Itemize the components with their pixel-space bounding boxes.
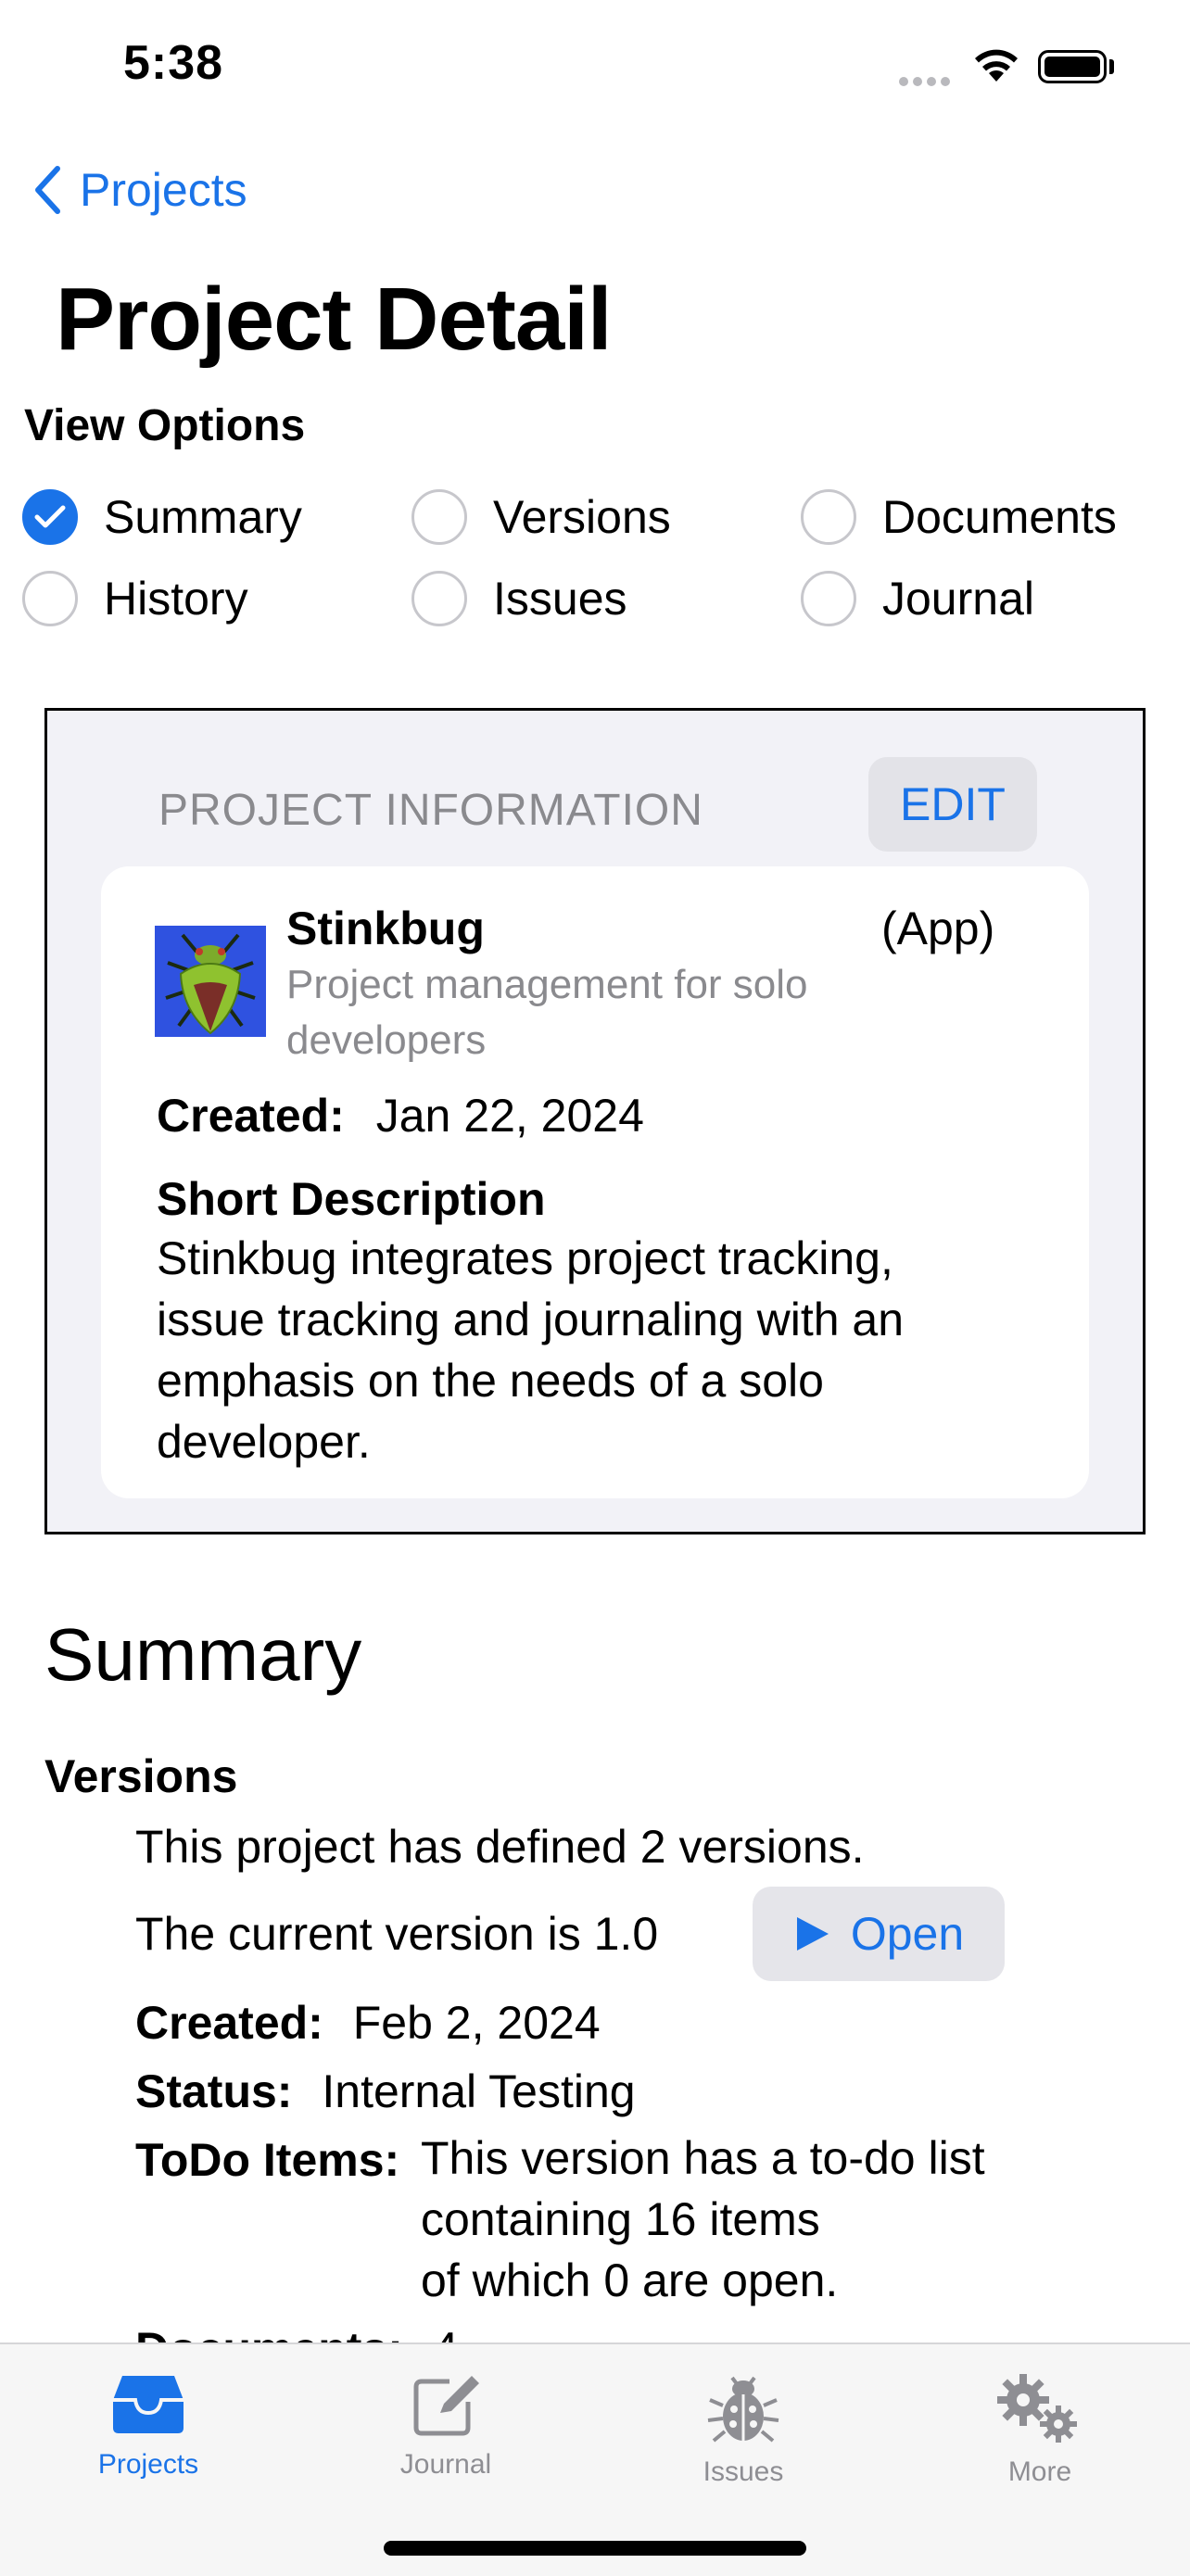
todo-line: This version has a to-do list (421, 2132, 985, 2184)
tab-issues[interactable]: Issues (641, 2372, 845, 2488)
battery-nub (1109, 59, 1114, 74)
battery-icon (1038, 50, 1107, 83)
status-time: 5:38 (123, 36, 224, 90)
option-label: History (104, 573, 248, 625)
version-status-value: Internal Testing (322, 2065, 636, 2117)
play-icon (796, 1917, 829, 1951)
page-title: Project Detail (56, 270, 613, 369)
option-documents[interactable]: Documents (801, 489, 1117, 545)
option-label: Summary (104, 491, 302, 543)
app-icon (155, 926, 266, 1037)
short-description-text: Stinkbug integrates project tracking, is… (157, 1232, 905, 1468)
tab-more[interactable]: More (938, 2372, 1142, 2488)
option-history[interactable]: History (22, 571, 248, 626)
project-subtitle: Project management for solo developers (286, 962, 808, 1063)
radio-icon (801, 489, 856, 545)
open-label: Open (850, 1908, 965, 1960)
open-button[interactable]: Open (753, 1887, 1005, 1981)
short-description-label: Short Description (157, 1173, 546, 1225)
version-created-row: Created: Feb 2, 2024 (135, 1996, 601, 2050)
todo-text: This version has a to-do list containing… (421, 2128, 1125, 2311)
option-journal[interactable]: Journal (801, 571, 1034, 626)
chevron-left-icon (35, 166, 60, 214)
versions-defined-text: This project has defined 2 versions. (135, 1821, 865, 1873)
home-indicator (384, 2541, 806, 2556)
project-card: Stinkbug (App) Project management for so… (101, 866, 1089, 1498)
tab-projects[interactable]: Projects (46, 2372, 250, 2481)
cellular-signal-icon (899, 74, 955, 91)
ladybug-icon (707, 2376, 779, 2443)
tab-label: Projects (97, 2449, 199, 2480)
back-label: Projects (80, 164, 247, 216)
created-label: Created: (157, 1090, 345, 1142)
checkmark-icon (22, 489, 78, 545)
option-summary[interactable]: Summary (22, 489, 302, 545)
edit-button[interactable]: EDIT (868, 757, 1037, 852)
version-status-row: Status: Internal Testing (135, 2065, 636, 2118)
option-issues[interactable]: Issues (411, 571, 627, 626)
back-button[interactable]: Projects (33, 163, 247, 217)
wifi-icon (971, 44, 1021, 88)
gears-icon (997, 2374, 1077, 2443)
option-label: Documents (882, 491, 1117, 543)
project-type: (App) (881, 903, 995, 954)
tab-journal[interactable]: Journal (344, 2372, 548, 2481)
todo-line: of which 0 are open. (421, 2254, 839, 2306)
created-row: Created: Jan 22, 2024 (157, 1089, 644, 1143)
tab-label: Journal (399, 2449, 492, 2480)
option-label: Versions (493, 491, 671, 543)
summary-title: Summary (44, 1613, 362, 1696)
todo-line: containing 16 items (421, 2193, 820, 2245)
version-status-label: Status: (135, 2065, 293, 2117)
project-name: Stinkbug (286, 903, 485, 954)
view-options-heading: View Options (24, 401, 306, 450)
tray-icon (113, 2376, 184, 2433)
radio-icon (22, 571, 78, 626)
radio-icon (801, 571, 856, 626)
compose-icon (413, 2376, 479, 2436)
section-header: PROJECT INFORMATION (158, 786, 703, 835)
tab-label: More (1007, 2456, 1072, 2487)
option-label: Issues (493, 573, 627, 625)
todo-label: ToDo Items: (135, 2134, 400, 2186)
version-created-value: Feb 2, 2024 (352, 1997, 601, 2049)
radio-icon (411, 489, 467, 545)
tab-label: Issues (703, 2456, 784, 2487)
project-info-panel: PROJECT INFORMATION EDIT Stinkbug (App) … (44, 708, 1146, 1534)
current-version-text: The current version is 1.0 (135, 1908, 659, 1960)
created-value: Jan 22, 2024 (375, 1090, 644, 1142)
versions-label: Versions (44, 1750, 238, 1802)
radio-icon (411, 571, 467, 626)
version-created-label: Created: (135, 1997, 323, 2049)
option-versions[interactable]: Versions (411, 489, 671, 545)
option-label: Journal (882, 573, 1034, 625)
